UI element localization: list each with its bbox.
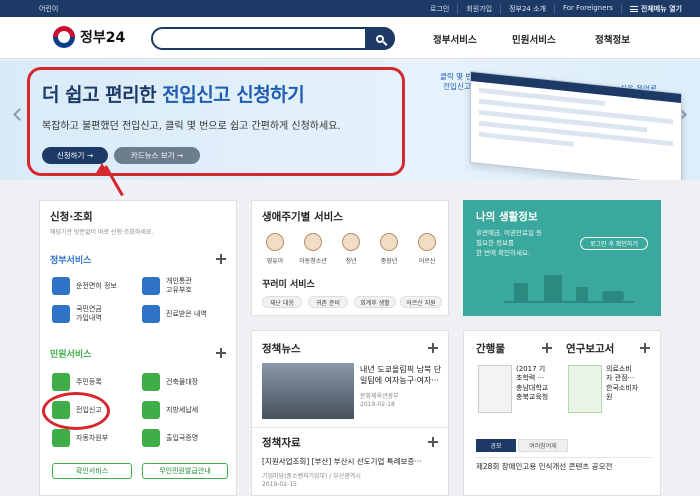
- top-utility-bar: 어린이 로그인 회원가입 정부24 소개 For Foreigners 전체메뉴…: [0, 0, 700, 17]
- tab-participation[interactable]: 여러참여제: [518, 439, 568, 452]
- svc-immigration-cert[interactable]: 출입국증명: [142, 429, 198, 447]
- nav-gov-services[interactable]: 정부서비스: [433, 32, 477, 46]
- life-cycle-title: 생애주기별 서비스: [262, 211, 343, 223]
- vehicle-doc-icon: [52, 429, 70, 447]
- policy-news-title: 정책뉴스: [262, 343, 301, 355]
- package-tag[interactable]: 어르신 지원: [400, 296, 442, 308]
- utility-links: 로그인 회원가입 정부24 소개 For Foreigners 전체메뉴 열기: [422, 4, 690, 14]
- signup-link[interactable]: 회원가입: [457, 4, 500, 14]
- hero-banner: 더 쉽고 편리한 전입신고 신청하기 복잡하고 불편했던 전입신고, 클릭 몇 …: [0, 60, 700, 180]
- my-life-info-card: 나의 생활정보 휴면예금, 여권만료일 등 필요한 정보를 한 번에 확인하세요…: [463, 200, 661, 316]
- publication-cover[interactable]: [478, 365, 512, 413]
- contest-text[interactable]: 제28회 장애인고용 인식개선 콘텐츠 공모전: [476, 462, 612, 472]
- svc-building-register[interactable]: 건축물대장: [142, 373, 198, 391]
- search-icon: [376, 34, 384, 43]
- svc-resident-registration[interactable]: 주민등록: [52, 373, 102, 391]
- policy-data-more-icon[interactable]: [428, 437, 438, 447]
- tab-contest[interactable]: 공모: [476, 439, 516, 452]
- civil-services-more-icon[interactable]: [216, 348, 226, 358]
- nav-policy-info[interactable]: 정책정보: [595, 32, 630, 46]
- unmanned-issuance-button[interactable]: 무인민원발급안내: [142, 463, 228, 479]
- middle-age-icon[interactable]: [380, 233, 398, 251]
- hamburger-icon: [629, 6, 638, 12]
- policy-data-source: 기업마당(중소벤처기업부) / 부산광역시: [262, 473, 361, 480]
- all-menu-button[interactable]: 전체메뉴 열기: [620, 4, 690, 14]
- highlight-box: [27, 67, 405, 176]
- logo-text: 정부24: [80, 30, 126, 46]
- stage-label: 청년: [345, 258, 357, 265]
- city-illustration-icon: [504, 273, 634, 303]
- search-box[interactable]: [151, 27, 395, 50]
- apply-title: 신청·조회: [50, 211, 93, 223]
- id-card-icon: [142, 277, 160, 295]
- stage-label: 아동청소년: [299, 258, 327, 265]
- svc-national-pension[interactable]: 국민연금 가입내역: [52, 305, 102, 323]
- gov-services-title: 정부서비스: [50, 256, 92, 266]
- site-header: 정부24 정부서비스 민원서비스 정책정보: [0, 17, 700, 59]
- car-icon: [52, 277, 70, 295]
- stage-label: 중장년: [380, 258, 398, 265]
- svc-local-tax[interactable]: 지방세납세: [142, 401, 198, 419]
- kids-link[interactable]: 어린이: [39, 4, 58, 14]
- life-cycle-card: 생애주기별 서비스 영유아 아동청소년 청년 중장년 어르신 꾸러미 서비스 재…: [251, 200, 449, 316]
- package-tag[interactable]: 재난 대응: [262, 296, 302, 308]
- research-title: 연구보고서: [566, 343, 615, 355]
- stage-label: 영유아: [266, 258, 284, 265]
- tax-icon: [142, 401, 160, 419]
- youth-icon[interactable]: [342, 233, 360, 251]
- medical-icon: [142, 305, 160, 323]
- research-excerpt[interactable]: 의료소비 자 관점··· 한국소비자 원: [606, 365, 638, 403]
- document-icon: [52, 373, 70, 391]
- policy-news-date: 2019-02-18: [360, 401, 395, 408]
- search-button[interactable]: [365, 27, 395, 50]
- foreigners-link[interactable]: For Foreigners: [554, 4, 621, 14]
- policy-news-card: 정책뉴스 내년 도쿄올림픽 남북 단 일팀에 여자농구·여자··· 문화체육관광…: [251, 330, 450, 496]
- confirm-service-button[interactable]: 확인서비스: [52, 463, 132, 479]
- senior-icon[interactable]: [418, 233, 436, 251]
- pension-icon: [52, 305, 70, 323]
- building-icon: [142, 373, 160, 391]
- pointer-arrow-head-icon: [96, 163, 108, 173]
- civil-services-title: 민원서비스: [50, 350, 92, 360]
- policy-news-headline[interactable]: 내년 도쿄올림픽 남북 단 일팀에 여자농구·여자···: [360, 365, 441, 387]
- divider: [252, 427, 450, 428]
- svc-driver-license[interactable]: 운전면허 정보: [52, 277, 117, 295]
- move-in-highlight-circle: [42, 392, 110, 430]
- svc-vehicle-register[interactable]: 자동차원부: [52, 429, 108, 447]
- publication-excerpt[interactable]: (2017 기 초학력 ··· 충남대학교 충북교육청: [516, 365, 548, 403]
- policy-data-date: 2019-02-15: [262, 481, 297, 488]
- policy-data-title: 정책자료: [262, 437, 301, 449]
- research-more-icon[interactable]: [640, 343, 650, 353]
- taegeuk-logo-icon: [53, 26, 75, 48]
- child-icon[interactable]: [304, 233, 322, 251]
- infant-icon[interactable]: [266, 233, 284, 251]
- my-life-title: 나의 생활정보: [476, 211, 538, 223]
- nav-civil-services[interactable]: 민원서비스: [512, 32, 556, 46]
- research-cover[interactable]: [568, 365, 602, 413]
- banner-prev-arrow-icon[interactable]: [13, 108, 26, 121]
- passport-icon: [142, 429, 160, 447]
- gov-services-more-icon[interactable]: [216, 254, 226, 264]
- login-link[interactable]: 로그인: [422, 4, 457, 14]
- stage-label: 어르신: [418, 258, 436, 265]
- apply-lookup-card: 신청·조회 해당기관 방문없이 바로 신청·조회하세요. 정부서비스 운전면허 …: [39, 200, 237, 496]
- package-tag[interactable]: 회계후 생활: [354, 296, 396, 308]
- my-life-login-button[interactable]: 로그인 후 확인하기: [580, 237, 648, 250]
- my-life-desc: 휴면예금, 여권만료일 등 필요한 정보를 한 번에 확인하세요.: [476, 229, 542, 257]
- policy-news-more-icon[interactable]: [428, 343, 438, 353]
- policy-news-source: 문화체육관광부: [360, 393, 399, 400]
- policy-data-headline[interactable]: [지원사업조회] [부산] 부산시 선도기업 특례보증···: [262, 457, 444, 467]
- package-tag[interactable]: 귀촌 준비: [308, 296, 348, 308]
- publications-card: 간행물 연구보고서 (2017 기 초학력 ··· 충남대학교 충북교육청 의료…: [463, 330, 661, 496]
- publications-title: 간행물: [476, 343, 505, 355]
- publications-more-icon[interactable]: [542, 343, 552, 353]
- news-photo[interactable]: [262, 363, 354, 419]
- package-services-title: 꾸러미 서비스: [262, 280, 315, 290]
- apply-desc: 해당기관 방문없이 바로 신청·조회하세요.: [50, 229, 154, 236]
- site-logo[interactable]: 정부24: [53, 26, 125, 48]
- about-link[interactable]: 정부24 소개: [500, 4, 554, 14]
- svc-customs-code[interactable]: 개인통관 고유부호: [142, 277, 192, 295]
- svc-medical-history[interactable]: 진료받은 내역: [142, 305, 207, 323]
